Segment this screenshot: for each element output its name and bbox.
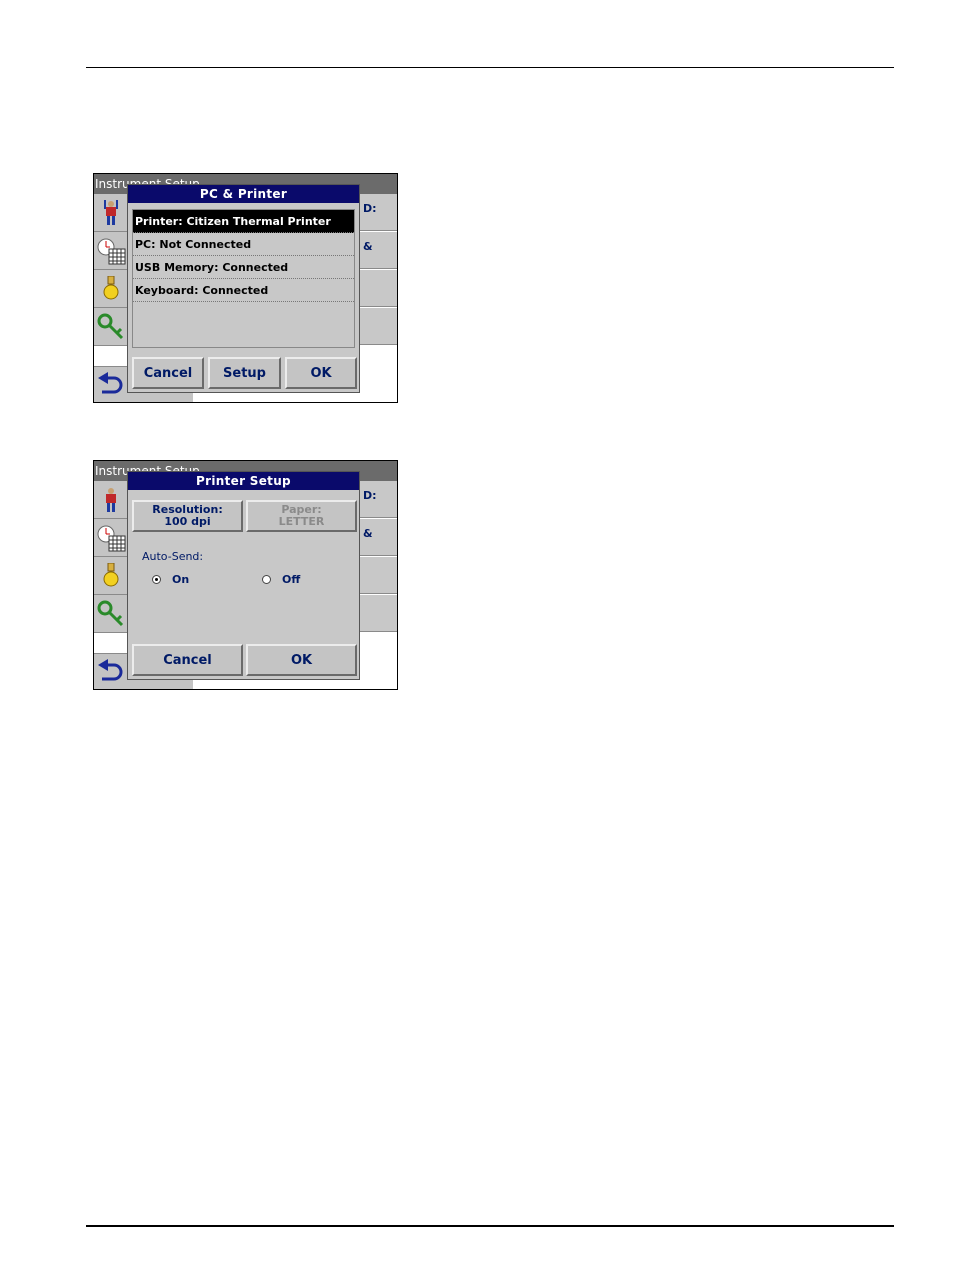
auto-send-off-label[interactable]: Off <box>282 573 300 586</box>
background-right-cell: & <box>358 232 397 269</box>
background-right-cell <box>358 595 397 632</box>
user-setup-button[interactable] <box>94 194 128 232</box>
list-item-usb-memory[interactable]: USB Memory: Connected <box>133 256 354 279</box>
lamp-icon <box>103 275 119 299</box>
background-right-cell: D: <box>358 194 397 231</box>
background-right-cell: & <box>358 519 397 556</box>
dialog-title: PC & Printer <box>128 185 359 203</box>
list-item-keyboard[interactable]: Keyboard: Connected <box>133 279 354 302</box>
key-icon <box>97 313 124 339</box>
device-list: Printer: Citizen Thermal Printer PC: Not… <box>132 209 355 348</box>
top-rule <box>86 67 894 68</box>
background-right-cell <box>358 308 397 345</box>
background-right-cell <box>358 557 397 594</box>
setup-button[interactable]: Setup <box>208 357 281 389</box>
pc-printer-dialog: PC & Printer Printer: Citizen Thermal Pr… <box>127 184 360 393</box>
resolution-value: 100 dpi <box>164 515 211 528</box>
security-button[interactable] <box>94 595 128 633</box>
bottom-rule <box>86 1225 894 1227</box>
auto-send-on-radio[interactable] <box>152 575 161 584</box>
user-setup-button[interactable] <box>94 481 128 519</box>
clock-calendar-icon <box>97 238 126 264</box>
paper-button[interactable]: Paper: LETTER <box>246 500 357 532</box>
key-icon <box>97 600 124 626</box>
back-arrow-icon <box>98 371 123 393</box>
cancel-button[interactable]: Cancel <box>132 644 243 676</box>
lamp-button[interactable] <box>94 557 128 595</box>
ok-button[interactable]: OK <box>285 357 357 389</box>
dialog-title: Printer Setup <box>128 472 359 490</box>
list-item-pc[interactable]: PC: Not Connected <box>133 233 354 256</box>
background-right-cell: D: <box>358 481 397 518</box>
clock-calendar-icon <box>97 525 126 551</box>
list-item-printer[interactable]: Printer: Citizen Thermal Printer <box>133 210 354 233</box>
cancel-button[interactable]: Cancel <box>132 357 204 389</box>
lamp-icon <box>103 562 119 586</box>
date-time-button[interactable] <box>94 519 128 557</box>
paper-value: LETTER <box>278 515 325 528</box>
screenshot-printer-setup: Instrument Setup <box>93 460 398 690</box>
screenshot-pc-printer: Instrument Setup <box>93 173 398 403</box>
user-icon <box>104 199 118 225</box>
user-icon <box>106 487 116 512</box>
back-arrow-icon <box>98 658 123 680</box>
date-time-button[interactable] <box>94 232 128 270</box>
ok-button[interactable]: OK <box>246 644 357 676</box>
background-right-cell <box>358 270 397 307</box>
auto-send-on-label[interactable]: On <box>172 573 189 586</box>
resolution-button[interactable]: Resolution: 100 dpi <box>132 500 243 532</box>
security-button[interactable] <box>94 308 128 346</box>
auto-send-label: Auto-Send: <box>142 550 204 563</box>
auto-send-off-radio[interactable] <box>262 575 271 584</box>
lamp-button[interactable] <box>94 270 128 308</box>
printer-setup-dialog: Printer Setup Resolution: 100 dpi Paper:… <box>127 471 360 680</box>
